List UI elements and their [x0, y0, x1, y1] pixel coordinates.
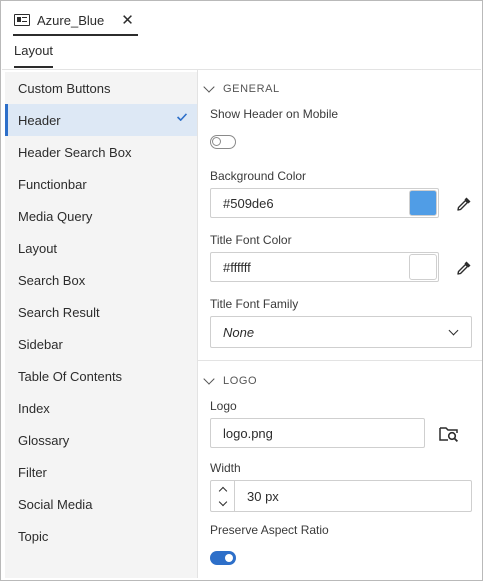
section-general-header[interactable]: GENERAL	[202, 79, 280, 99]
toggle-knob	[212, 137, 221, 146]
sidebar-item-table-of-contents[interactable]: Table Of Contents	[5, 360, 197, 392]
width-stepper[interactable]: 30 px	[210, 480, 472, 512]
sidebar-item-label: Topic	[18, 528, 49, 544]
preserve-aspect-label: Preserve Aspect Ratio	[210, 523, 329, 537]
section-title: LOGO	[223, 375, 258, 387]
sidebar-item-label: Index	[18, 400, 50, 416]
browse-folder-icon[interactable]	[439, 425, 459, 443]
width-label: Width	[210, 461, 241, 475]
sidebar-item-functionbar[interactable]: Functionbar	[5, 168, 197, 200]
chevron-down-icon	[203, 373, 215, 385]
sidebar-item-filter[interactable]: Filter	[5, 456, 197, 488]
sidebar-item-layout[interactable]: Layout	[5, 232, 197, 264]
sidebar-item-search-box[interactable]: Search Box	[5, 264, 197, 296]
title-font-color-input[interactable]: #ffffff	[210, 252, 439, 282]
sidebar-item-glossary[interactable]: Glossary	[5, 424, 197, 456]
chevron-down-icon	[448, 325, 459, 336]
width-value[interactable]: 30 px	[247, 489, 279, 504]
tab-layout[interactable]: Layout	[14, 43, 54, 68]
show-header-mobile-toggle[interactable]	[210, 135, 236, 149]
app-window: Azure_Blue ✕ Layout Custom Buttons Header…	[0, 0, 483, 581]
logo-input[interactable]: logo.png	[210, 418, 425, 448]
sidebar-item-index[interactable]: Index	[5, 392, 197, 424]
close-icon[interactable]: ✕	[121, 13, 134, 28]
chevron-up-icon[interactable]	[218, 486, 227, 495]
select-value: None	[223, 324, 255, 340]
sidebar-item-label: Custom Buttons	[18, 80, 111, 96]
sidebar-item-label: Social Media	[18, 496, 93, 512]
sidebar-item-label: Header	[18, 112, 61, 128]
sidebar: Custom Buttons Header Header Search Box Fun…	[5, 72, 197, 578]
sidebar-item-label: Glossary	[18, 432, 70, 448]
logo-label: Logo	[210, 399, 237, 413]
background-color-label: Background Color	[210, 169, 307, 183]
background-color-input[interactable]: #509de6	[210, 188, 439, 218]
properties-panel: GENERAL Show Header on Mobile Background…	[198, 70, 482, 578]
background-color-swatch[interactable]	[409, 190, 437, 216]
divider	[198, 360, 482, 361]
sidebar-item-sidebar[interactable]: Sidebar	[5, 328, 197, 360]
sidebar-item-social-media[interactable]: Social Media	[5, 488, 197, 520]
sidebar-item-label: Functionbar	[18, 176, 87, 192]
tab-title: Azure_Blue	[37, 12, 105, 28]
section-title: GENERAL	[223, 83, 280, 95]
eyedropper-icon[interactable]	[455, 195, 473, 213]
sidebar-item-header-search-box[interactable]: Header Search Box	[5, 136, 197, 168]
title-font-color-label: Title Font Color	[210, 233, 292, 247]
preserve-aspect-toggle[interactable]	[210, 551, 236, 565]
sidebar-item-label: Layout	[18, 240, 58, 256]
sidebar-item-label: Search Result	[18, 304, 100, 320]
sidebar-item-label: Filter	[18, 464, 47, 480]
sidebar-item-custom-buttons[interactable]: Custom Buttons	[5, 72, 197, 104]
sidebar-item-header[interactable]: Header	[5, 104, 197, 136]
toggle-knob	[225, 554, 233, 562]
show-header-mobile-label: Show Header on Mobile	[210, 107, 339, 121]
sidebar-item-label: Table Of Contents	[18, 368, 123, 384]
title-font-family-label: Title Font Family	[210, 297, 299, 311]
title-font-family-select[interactable]: None	[210, 316, 472, 348]
chevron-down-icon[interactable]	[218, 497, 227, 506]
section-logo-header[interactable]: LOGO	[202, 371, 257, 391]
eyedropper-icon[interactable]	[455, 259, 473, 277]
chevron-down-icon	[203, 81, 215, 93]
sidebar-item-topic[interactable]: Topic	[5, 520, 197, 552]
sidebar-item-label: Header Search Box	[18, 144, 132, 160]
title-font-color-swatch[interactable]	[409, 254, 437, 280]
checkmark-icon	[176, 113, 188, 121]
stepper-buttons[interactable]	[211, 481, 235, 511]
document-tab[interactable]: Azure_Blue ✕	[13, 6, 138, 36]
sidebar-item-media-query[interactable]: Media Query	[5, 200, 197, 232]
sidebar-item-search-result[interactable]: Search Result	[5, 296, 197, 328]
sidebar-item-label: Search Box	[18, 272, 86, 288]
sidebar-item-label: Media Query	[18, 208, 93, 224]
layout-panel-icon	[14, 14, 30, 26]
sidebar-item-label: Sidebar	[18, 336, 63, 352]
